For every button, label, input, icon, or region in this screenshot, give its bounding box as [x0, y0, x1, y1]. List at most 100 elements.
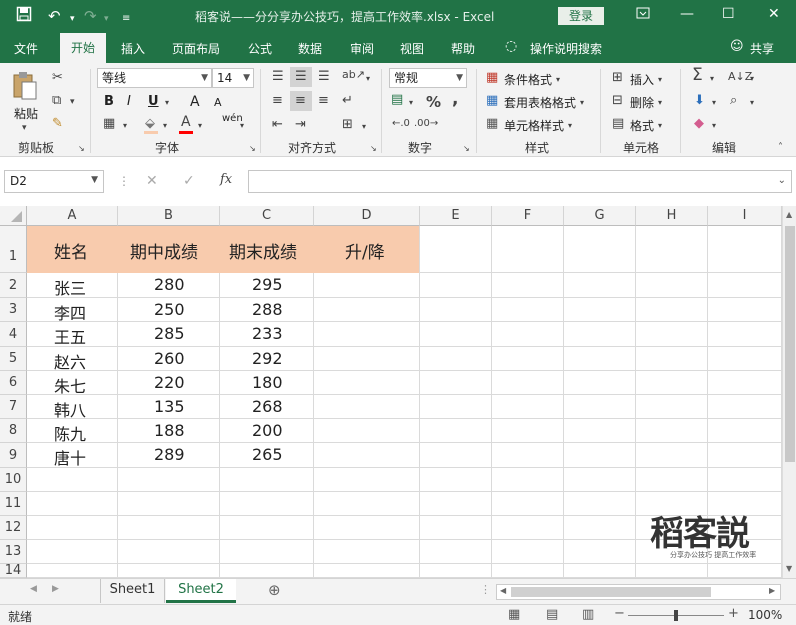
- phonetic-dropdown-icon[interactable]: ▾: [240, 119, 244, 133]
- normal-view-icon[interactable]: ▦: [508, 607, 520, 622]
- font-size-combo[interactable]: 14 ▼: [212, 68, 254, 88]
- grow-font-button[interactable]: A: [190, 94, 200, 110]
- horizontal-scroll-thumb[interactable]: [511, 587, 711, 597]
- decrease-indent-icon[interactable]: ⇤: [272, 118, 283, 132]
- scroll-right-icon[interactable]: ▶: [769, 586, 775, 595]
- cell-a9[interactable]: 唐十: [54, 445, 86, 469]
- tab-page-layout[interactable]: 页面布局: [172, 40, 220, 57]
- tab-insert[interactable]: 插入: [121, 40, 145, 57]
- horizontal-scrollbar[interactable]: ◀ ▶: [496, 584, 781, 600]
- zoom-out-icon[interactable]: −: [614, 606, 625, 621]
- underline-dropdown-icon[interactable]: ▾: [165, 96, 169, 110]
- tab-help[interactable]: 帮助: [451, 40, 475, 57]
- collapse-ribbon-icon[interactable]: ˄: [778, 141, 783, 155]
- cell-a6[interactable]: 朱七: [54, 373, 86, 397]
- tell-me-search[interactable]: 操作说明搜索: [530, 40, 602, 57]
- sort-filter-dropdown-icon[interactable]: ▾: [750, 72, 754, 86]
- font-color-icon[interactable]: A: [181, 115, 191, 129]
- cell-b3[interactable]: 250: [154, 300, 185, 319]
- clipboard-launcher-icon[interactable]: ↘: [78, 142, 85, 156]
- cell-a3[interactable]: 李四: [54, 300, 86, 324]
- tab-data[interactable]: 数据: [298, 40, 322, 57]
- maximize-icon[interactable]: ☐: [722, 6, 735, 22]
- align-bottom-icon[interactable]: ☰: [318, 70, 330, 84]
- number-launcher-icon[interactable]: ↘: [463, 142, 470, 156]
- save-icon[interactable]: [16, 6, 32, 27]
- find-select-icon[interactable]: ⌕: [730, 94, 737, 108]
- cell-styles-button[interactable]: 单元格样式: [504, 117, 564, 134]
- conditional-format-dropdown-icon[interactable]: ▾: [556, 73, 560, 87]
- cell-a2[interactable]: 张三: [54, 275, 86, 299]
- number-format-combo[interactable]: 常规 ▼: [389, 68, 467, 88]
- increase-indent-icon[interactable]: ⇥: [295, 118, 306, 132]
- borders-icon[interactable]: ▦: [103, 117, 115, 131]
- tab-home[interactable]: 开始: [60, 33, 106, 63]
- tab-formulas[interactable]: 公式: [248, 40, 272, 57]
- copy-dropdown-icon[interactable]: ▾: [70, 95, 75, 109]
- sheet-tab-sheet2[interactable]: Sheet2: [166, 579, 236, 603]
- cell-c3[interactable]: 288: [252, 300, 283, 319]
- tab-file[interactable]: 文件: [14, 40, 38, 57]
- zoom-slider-thumb[interactable]: [674, 610, 678, 621]
- merge-center-icon[interactable]: ⊞: [342, 118, 353, 132]
- close-icon[interactable]: ✕: [768, 6, 780, 22]
- accounting-format-icon[interactable]: ▤: [391, 93, 403, 107]
- clear-dropdown-icon[interactable]: ▾: [712, 119, 716, 133]
- page-layout-view-icon[interactable]: ▤: [546, 607, 558, 622]
- cell-b7[interactable]: 135: [154, 397, 185, 416]
- cell-styles-dropdown-icon[interactable]: ▾: [568, 119, 572, 133]
- autosum-icon[interactable]: Σ: [692, 67, 703, 84]
- clear-icon[interactable]: ◆: [694, 117, 704, 131]
- next-sheet-icon[interactable]: ▶: [52, 584, 59, 594]
- customize-toolbar-icon[interactable]: ≡: [122, 9, 130, 29]
- delete-cells-button[interactable]: 删除: [630, 94, 654, 111]
- page-break-view-icon[interactable]: ▥: [582, 607, 594, 622]
- vertical-scroll-thumb[interactable]: [785, 226, 795, 462]
- fill-dropdown-icon[interactable]: ▾: [712, 96, 716, 110]
- format-dropdown-icon[interactable]: ▾: [658, 119, 662, 133]
- header-cell-midterm[interactable]: 期中成绩: [130, 238, 198, 263]
- format-as-table-button[interactable]: 套用表格格式: [504, 94, 576, 111]
- merge-dropdown-icon[interactable]: ▾: [362, 120, 366, 134]
- redo-dropdown-icon[interactable]: ▾: [104, 9, 109, 29]
- cell-a4[interactable]: 王五: [54, 324, 86, 348]
- header-cell-change[interactable]: 升/降: [345, 238, 385, 263]
- increase-decimal-icon[interactable]: ←.0: [392, 117, 410, 131]
- header-cell-name[interactable]: 姓名: [54, 238, 88, 263]
- vertical-scrollbar[interactable]: ▲ ▼: [782, 206, 796, 578]
- cell-b4[interactable]: 285: [154, 324, 185, 343]
- header-cell-final[interactable]: 期末成绩: [229, 238, 297, 263]
- paste-label[interactable]: 粘贴: [14, 105, 38, 122]
- name-box[interactable]: D2 ▼: [4, 170, 104, 193]
- ribbon-display-icon[interactable]: [636, 6, 650, 24]
- cell-c2[interactable]: 295: [252, 275, 283, 294]
- chevron-down-icon[interactable]: ▼: [91, 175, 98, 185]
- cell-a8[interactable]: 陈九: [54, 421, 86, 445]
- redo-icon[interactable]: ↷: [84, 6, 97, 26]
- minimize-icon[interactable]: —: [680, 6, 694, 22]
- cell-a7[interactable]: 韩八: [54, 397, 86, 421]
- format-cells-button[interactable]: 格式: [630, 117, 654, 134]
- format-as-table-dropdown-icon[interactable]: ▾: [580, 96, 584, 110]
- fill-down-icon[interactable]: ⬇: [694, 94, 705, 108]
- cell-c9[interactable]: 265: [252, 445, 283, 464]
- tab-review[interactable]: 审阅: [350, 40, 374, 57]
- scroll-up-icon[interactable]: ▲: [786, 210, 792, 219]
- cell-c8[interactable]: 200: [252, 421, 283, 440]
- decrease-decimal-icon[interactable]: .00→: [414, 117, 438, 131]
- align-left-icon[interactable]: ≡: [272, 94, 283, 108]
- underline-button[interactable]: U: [148, 94, 159, 109]
- add-sheet-icon[interactable]: ⊕: [268, 581, 281, 599]
- cut-icon[interactable]: ✂: [52, 71, 63, 85]
- orientation-dropdown-icon[interactable]: ▾: [366, 72, 370, 86]
- cancel-entry-icon[interactable]: ✕: [146, 173, 158, 189]
- alignment-launcher-icon[interactable]: ↘: [370, 142, 377, 156]
- bold-button[interactable]: B: [104, 94, 114, 109]
- comma-button[interactable]: ,: [452, 89, 458, 109]
- font-launcher-icon[interactable]: ↘: [249, 142, 256, 156]
- tab-view[interactable]: 视图: [400, 40, 424, 57]
- paste-dropdown-icon[interactable]: ▾: [22, 121, 27, 135]
- formula-input[interactable]: ⌄: [248, 170, 792, 193]
- sheet-tab-sheet1[interactable]: Sheet1: [100, 579, 165, 603]
- cell-b8[interactable]: 188: [154, 421, 185, 440]
